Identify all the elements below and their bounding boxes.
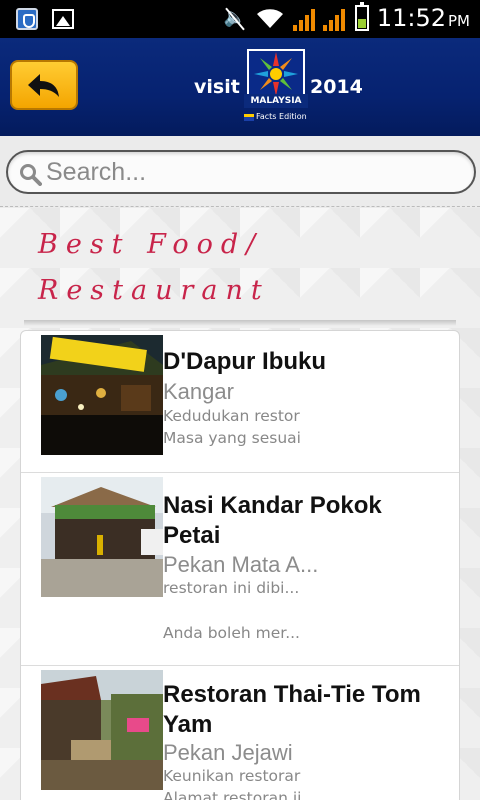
restaurant-name-line1: Restoran Thai-Tie Tom <box>163 681 421 708</box>
logo-edition-text: Facts Edition <box>256 112 307 121</box>
list-item-restoran-thai-tie-tom-yam[interactable]: Restoran Thai-Tie Tom Yam Pekan Jejawi K… <box>21 666 459 800</box>
section-title-line1: Best Food/ <box>38 229 264 260</box>
restaurant-description: Anda boleh mer... <box>163 624 300 642</box>
back-arrow-icon <box>28 74 59 97</box>
search-input[interactable] <box>46 154 466 190</box>
search-field[interactable] <box>6 150 476 194</box>
section-title: Best Food/ Restaurant <box>38 222 458 314</box>
section-title-line2: Restaurant <box>38 275 270 306</box>
restaurant-thumbnail <box>41 477 163 597</box>
app-notification-icon <box>16 8 38 30</box>
restaurant-name: Nasi Kandar Pokok Petai <box>163 491 453 551</box>
search-bar <box>0 136 480 208</box>
restaurant-name-line2: Yam <box>163 711 213 738</box>
restaurant-name: Restoran Thai-Tie Tom Yam <box>163 680 453 740</box>
status-bar: 🔈 11:52 PM <box>0 0 480 38</box>
clock-time: 11:52 <box>376 4 446 32</box>
clock: 11:52 PM <box>377 4 470 32</box>
restaurant-city: Kangar <box>163 379 234 404</box>
list-item-nasi-kandar-pokok-petai[interactable]: Nasi Kandar Pokok Petai Pekan Mata A... … <box>21 473 459 666</box>
clock-ampm: PM <box>448 12 470 30</box>
restaurant-name: D'Dapur Ibuku <box>163 348 327 375</box>
restaurant-thumbnail <box>41 335 163 455</box>
signal-icon <box>292 5 315 31</box>
list-item-d-dapur-ibuku[interactable]: D'Dapur Ibuku Kangar Kedudukan restor Ma… <box>21 331 459 473</box>
restaurant-description: Keunikan restorar <box>163 767 301 785</box>
visit-malaysia-logo: visit MALAYSIA 2014 Facts Edition <box>194 48 364 126</box>
back-button[interactable] <box>10 60 78 110</box>
signal-icon <box>322 5 345 31</box>
wifi-icon <box>256 9 283 29</box>
flag-icon <box>244 114 254 121</box>
divider <box>0 206 480 207</box>
mute-icon: 🔈 <box>223 5 247 31</box>
restaurant-description: Kedudukan restor <box>163 407 300 425</box>
logo-country-text: MALAYSIA <box>244 94 308 108</box>
title-divider <box>24 320 456 326</box>
logo-visit-text: visit <box>194 76 240 98</box>
restaurant-city: Pekan Jejawi <box>163 740 293 765</box>
battery-icon <box>354 2 369 31</box>
restaurant-description: Masa yang sesuai <box>163 429 301 447</box>
image-notification-icon <box>52 9 74 29</box>
restaurant-name-line2: Petai <box>163 522 221 549</box>
restaurant-thumbnail <box>41 670 163 790</box>
restaurant-list: D'Dapur Ibuku Kangar Kedudukan restor Ma… <box>20 330 460 800</box>
restaurant-name-line1: Nasi Kandar Pokok <box>163 492 382 519</box>
restaurant-city: Pekan Mata A... <box>163 552 319 577</box>
app-header: visit MALAYSIA 2014 Facts Edition <box>0 38 480 136</box>
logo-year-text: 2014 <box>310 76 363 98</box>
restaurant-description: restoran ini dibi... <box>163 579 300 597</box>
restaurant-description: Alamat restoran ii <box>163 789 302 800</box>
search-icon <box>20 164 42 186</box>
